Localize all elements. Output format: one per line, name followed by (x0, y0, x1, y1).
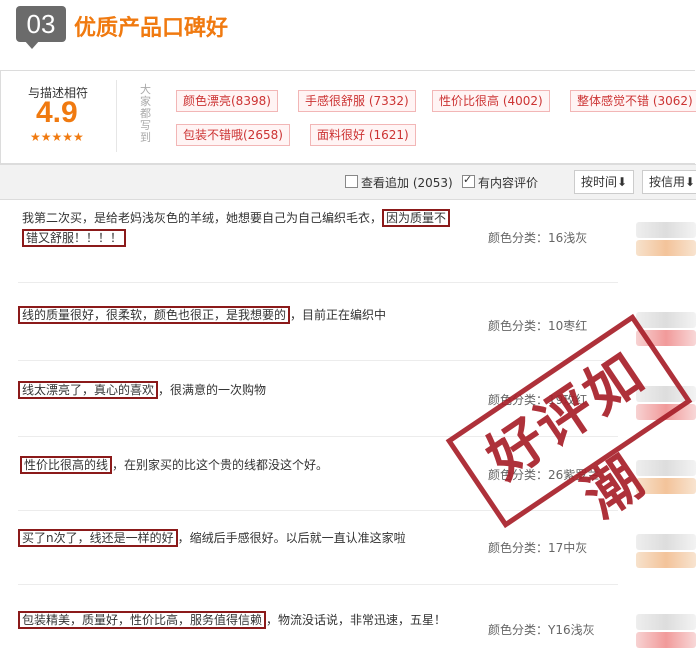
rave-reviews-stamp: 好评如潮 (445, 313, 693, 531)
review-divider (18, 360, 618, 361)
review-text-plain: ，目前正在编织中 (290, 308, 387, 322)
sort-time-label: 按时间 (581, 175, 618, 189)
arrow-down-icon: ⬇ (617, 175, 628, 189)
follow-up-label: 查看追加 (2053) (361, 176, 453, 190)
review-highlight: 性价比很高的线 (20, 456, 113, 474)
review-text-plain: ，物流没话说，非常迅速，五星！ (266, 613, 447, 627)
review-text: 买了n次了，线还是一样的好 ，缩绒后手感很好。以后就一直认准这家啦 (18, 528, 406, 548)
sort-by-credit-button[interactable]: 按信用⬇ (642, 170, 696, 194)
review-text-plain: ，缩绒后手感很好。以后就一直认准这家啦 (177, 531, 406, 545)
review-highlight: 线太漂亮了，真心的喜欢 (18, 381, 159, 399)
impression-tag[interactable]: 整体感觉不错 (3062) (570, 90, 696, 112)
color-category: 颜色分类：17中灰 (488, 541, 588, 555)
review-text: 线的质量很好，很柔软，颜色也很正，是我想要的 ，目前正在编织中 (18, 305, 386, 325)
color-category: 颜色分类：16浅灰 (488, 231, 588, 245)
impression-tag[interactable]: 面料很好 (1621) (310, 124, 416, 146)
review-divider (18, 282, 618, 283)
blurred-user (636, 222, 696, 238)
blurred-user (636, 240, 696, 256)
color-category: 颜色分类：10枣红 (488, 319, 588, 333)
review-highlight: 包装精美，质量好，性价比高，服务值得信赖 (18, 611, 267, 629)
review-highlight: 买了n次了，线还是一样的好 (18, 529, 178, 547)
follow-up-checkbox[interactable] (345, 175, 358, 188)
divider (116, 80, 117, 152)
review-text: 我第二次买，是给老妈浅灰色的羊绒，她想要自己为自己编织毛衣， 因为质量不 错又舒服… (22, 208, 462, 248)
blurred-user (636, 460, 696, 476)
review-text: 包装精美，质量好，性价比高，服务值得信赖 ，物流没话说，非常迅速，五星！ (18, 610, 446, 630)
review-text: 线太漂亮了，真心的喜欢 ，很满意的一次购物 (18, 380, 266, 400)
section-number-badge: 03 (16, 6, 66, 42)
rating-summary-panel (0, 70, 695, 164)
badge-pointer (24, 40, 40, 49)
review-text-plain: ，在别家买的比这个贵的线都没这个好。 (112, 458, 329, 472)
sort-credit-label: 按信用 (649, 175, 686, 189)
review-text-plain: ，很满意的一次购物 (158, 383, 267, 397)
content-review-checkbox[interactable] (462, 173, 475, 188)
review-highlight: 因为质量不 (382, 209, 451, 227)
impression-tag[interactable]: 包装不错哦(2658) (176, 124, 290, 146)
blurred-user (636, 614, 696, 630)
review-highlight: 线的质量很好，很柔软，颜色也很正，是我想要的 (18, 306, 291, 324)
impression-tag[interactable]: 性价比很高 (4002) (432, 90, 550, 112)
review-divider (18, 584, 618, 585)
review-highlight: 错又舒服！！！！ (22, 229, 127, 247)
rating-score: 4.9 (36, 96, 78, 129)
blurred-user (636, 552, 696, 568)
sort-by-time-button[interactable]: 按时间⬇ (574, 170, 635, 194)
impression-tag[interactable]: 颜色漂亮(8398) (176, 90, 278, 112)
impression-tag[interactable]: 手感很舒服 (7332) (298, 90, 416, 112)
blurred-user (636, 632, 696, 648)
everyone-writes-label: 大家都写到 (140, 83, 151, 144)
review-text-plain: 我第二次买，是给老妈浅灰色的羊绒，她想要自己为自己编织毛衣， (22, 211, 383, 225)
section-title: 优质产品口碑好 (74, 16, 229, 41)
content-review-label: 有内容评价 (478, 176, 539, 190)
blurred-user (636, 534, 696, 550)
blurred-user (636, 312, 696, 328)
review-text: 性价比很高的线 ，在别家买的比这个贵的线都没这个好。 (20, 455, 328, 475)
color-category: 颜色分类：Y16浅灰 (488, 623, 595, 637)
star-rating-icon: ★★★★★ (30, 130, 84, 144)
arrow-down-icon: ⬇ (685, 175, 696, 189)
